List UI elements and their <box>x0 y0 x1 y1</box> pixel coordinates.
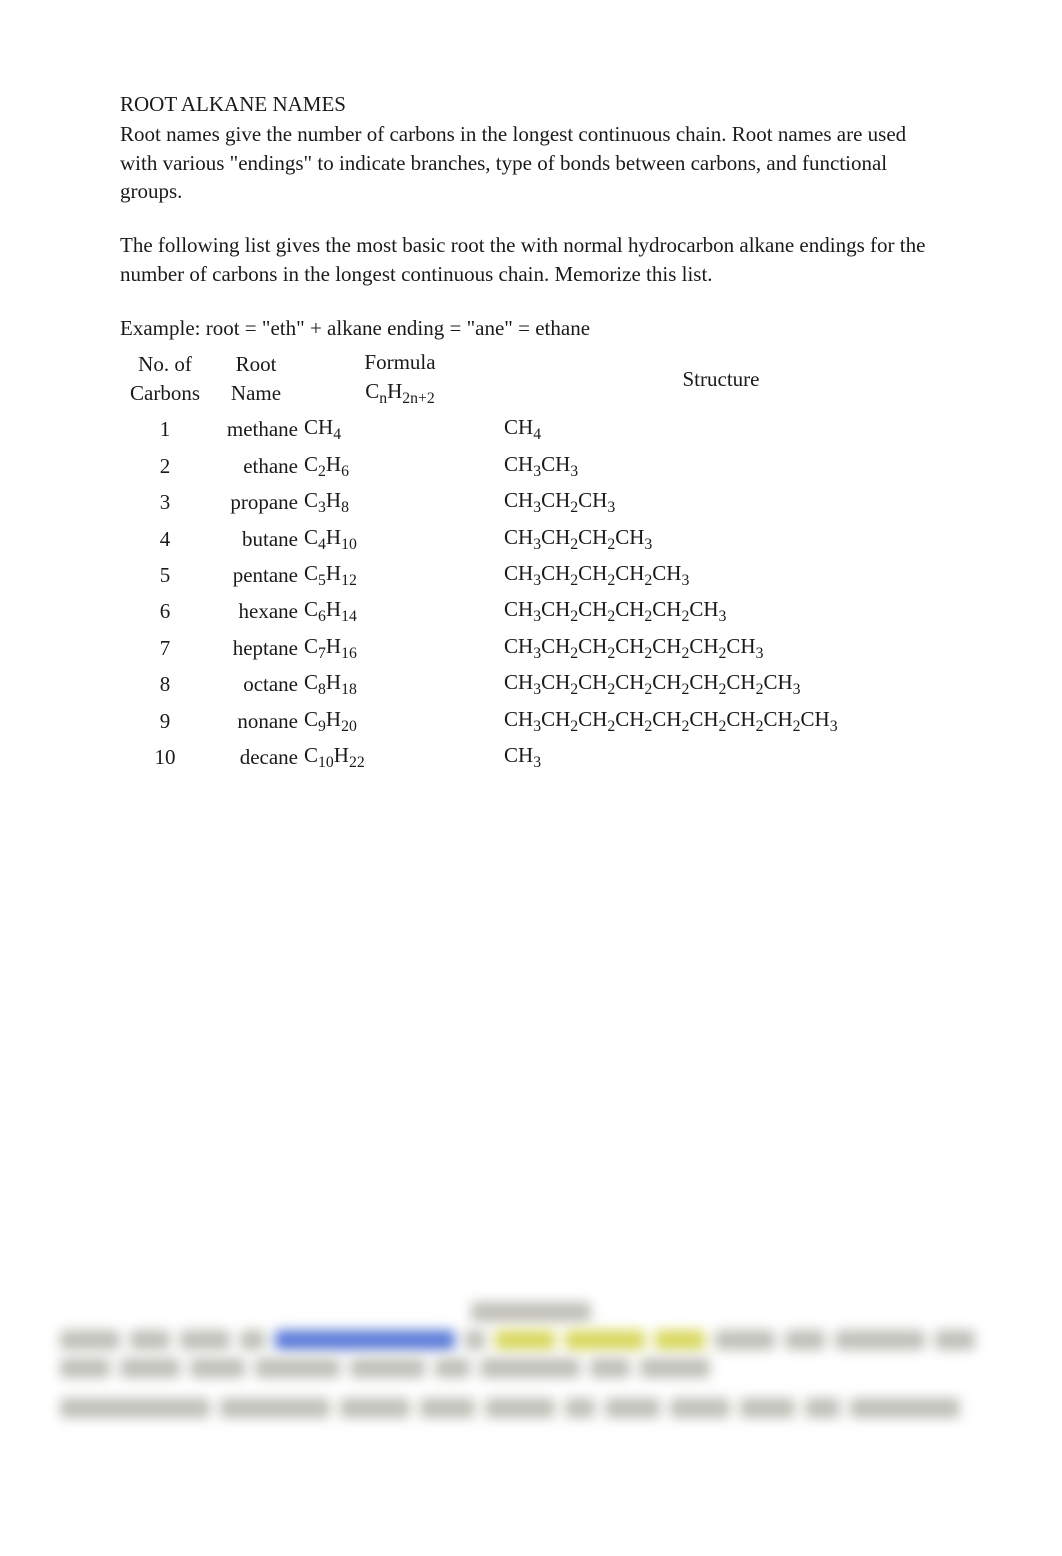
cell-structure: CH3CH2CH2CH2CH2CH2CH3 <box>500 630 942 666</box>
cell-formula: C10H22 <box>300 739 500 775</box>
cell-formula: C7H16 <box>300 630 500 666</box>
cell-structure: CH3CH2CH2CH2CH3 <box>500 557 942 593</box>
cell-structure: CH3 <box>500 739 942 775</box>
cell-structure: CH3CH2CH3 <box>500 484 942 520</box>
cell-formula: C8H18 <box>300 666 500 702</box>
cell-structure: CH3CH2CH2CH3 <box>500 521 942 557</box>
cell-name: methane <box>210 411 300 447</box>
cell-name: heptane <box>210 630 300 666</box>
cell-formula: CH4 <box>300 411 500 447</box>
cell-structure: CH3CH2CH2CH2CH2CH2CH2CH3 <box>500 666 942 702</box>
cell-carbons: 6 <box>120 593 210 629</box>
cell-carbons: 7 <box>120 630 210 666</box>
example-line: Example: root = "eth" + alkane ending = … <box>120 314 942 342</box>
note-paragraph: The following list gives the most basic … <box>120 231 942 288</box>
table-row: 1methaneCH4CH4 <box>120 411 942 447</box>
cell-carbons: 3 <box>120 484 210 520</box>
cell-name: propane <box>210 484 300 520</box>
cell-name: hexane <box>210 593 300 629</box>
table-row: 3propaneC3H8CH3CH2CH3 <box>120 484 942 520</box>
header-carbons: No. of Carbons <box>120 346 210 411</box>
cell-carbons: 5 <box>120 557 210 593</box>
header-formula: Formula CnH2n+2 <box>300 346 500 411</box>
cell-structure: CH3CH2CH2CH2CH2CH3 <box>500 593 942 629</box>
cell-carbons: 10 <box>120 739 210 775</box>
table-row: 10decaneC10H22CH3 <box>120 739 942 775</box>
cell-formula: C6H14 <box>300 593 500 629</box>
cell-structure: CH3CH2CH2CH2CH2CH2CH2CH2CH3 <box>500 703 942 739</box>
header-structure: Structure <box>500 346 942 411</box>
cell-name: nonane <box>210 703 300 739</box>
table-row: 9nonaneC9H20CH3CH2CH2CH2CH2CH2CH2CH2CH3 <box>120 703 942 739</box>
cell-carbons: 8 <box>120 666 210 702</box>
cell-formula: C9H20 <box>300 703 500 739</box>
cell-structure: CH3CH3 <box>500 448 942 484</box>
table-row: 8octaneC8H18CH3CH2CH2CH2CH2CH2CH2CH3 <box>120 666 942 702</box>
intro-paragraph: Root names give the number of carbons in… <box>120 120 942 205</box>
cell-name: decane <box>210 739 300 775</box>
cell-name: butane <box>210 521 300 557</box>
header-name: Root Name <box>210 346 300 411</box>
cell-formula: C4H10 <box>300 521 500 557</box>
table-row: 7heptaneC7H16CH3CH2CH2CH2CH2CH2CH3 <box>120 630 942 666</box>
alkane-table: No. of Carbons Root Name Formula CnH2n+2… <box>120 346 942 775</box>
cell-formula: C3H8 <box>300 484 500 520</box>
cell-carbons: 9 <box>120 703 210 739</box>
cell-formula: C2H6 <box>300 448 500 484</box>
cell-formula: C5H12 <box>300 557 500 593</box>
cell-carbons: 1 <box>120 411 210 447</box>
blurred-preview <box>60 1294 1002 1426</box>
table-row: 5pentaneC5H12CH3CH2CH2CH2CH3 <box>120 557 942 593</box>
cell-name: ethane <box>210 448 300 484</box>
cell-carbons: 2 <box>120 448 210 484</box>
cell-carbons: 4 <box>120 521 210 557</box>
cell-structure: CH4 <box>500 411 942 447</box>
document-title: ROOT ALKANE NAMES <box>120 90 942 118</box>
table-row: 4butaneC4H10CH3CH2CH2CH3 <box>120 521 942 557</box>
table-row: 6hexaneC6H14CH3CH2CH2CH2CH2CH3 <box>120 593 942 629</box>
table-row: 2ethaneC2H6CH3CH3 <box>120 448 942 484</box>
cell-name: pentane <box>210 557 300 593</box>
cell-name: octane <box>210 666 300 702</box>
